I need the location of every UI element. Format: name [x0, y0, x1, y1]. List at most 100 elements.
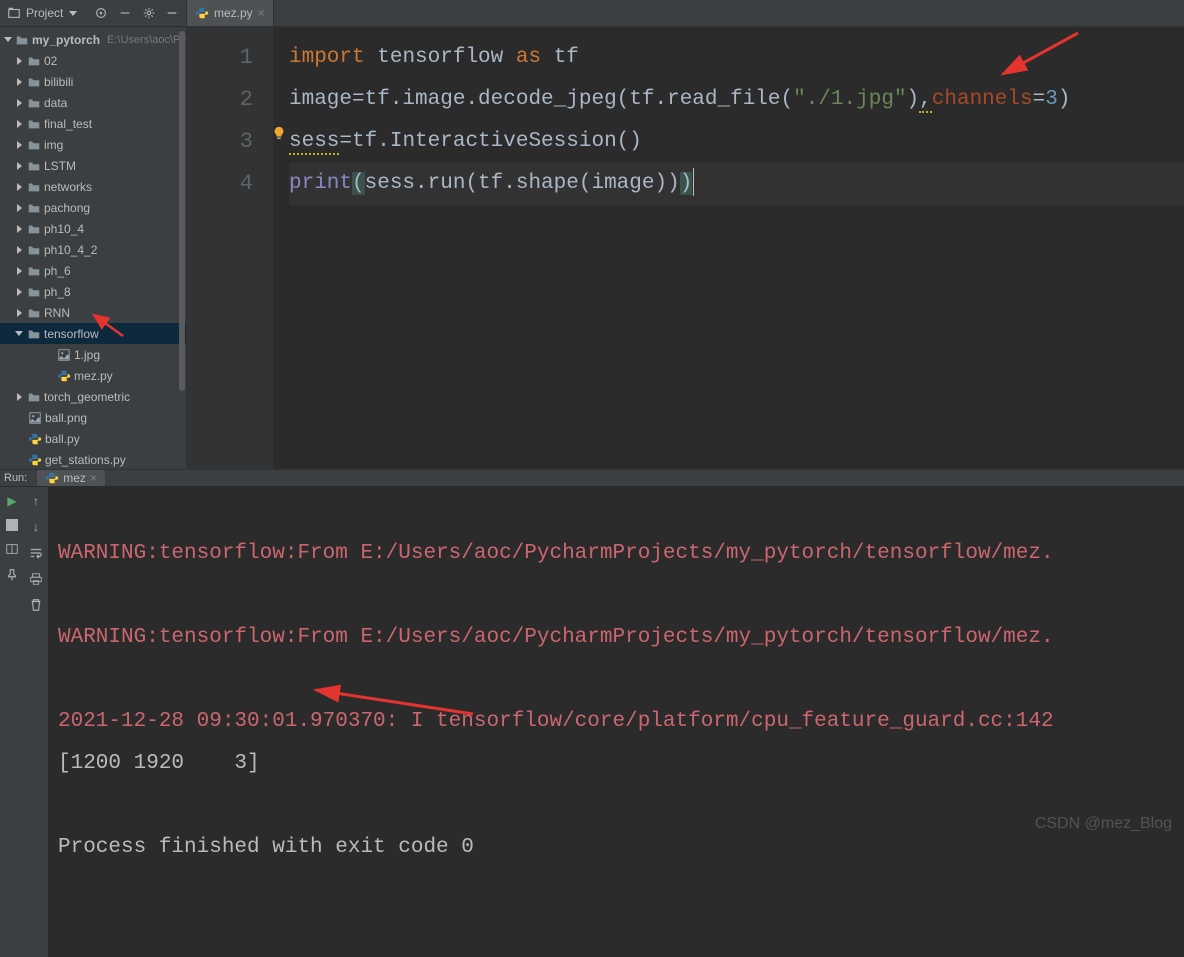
folder-icon: [27, 138, 41, 152]
watermark: CSDN @mez_Blog: [1035, 815, 1172, 833]
scrollbar-thumb[interactable]: [179, 31, 185, 391]
chevron-right-icon: [17, 393, 22, 401]
wrap-icon[interactable]: [28, 545, 44, 561]
image-file-icon: [28, 411, 42, 425]
tree-row-root[interactable]: my_pytorch E:\Users\aoc\Pyc: [0, 29, 186, 50]
console-line: Process finished with exit code 0: [58, 836, 474, 859]
tree-folder-label: torch_geometric: [44, 390, 130, 404]
close-icon[interactable]: ×: [258, 6, 265, 20]
tab-mez[interactable]: mez.py ×: [187, 0, 274, 26]
tree-folder-label: ph10_4: [44, 222, 84, 236]
run-config-name: mez: [63, 471, 86, 485]
run-play-icon[interactable]: ▶: [4, 493, 20, 509]
folder-icon: [27, 222, 41, 236]
tree-row-file[interactable]: get_stations.py: [0, 449, 186, 469]
chevron-down-icon: [15, 331, 23, 336]
tree-folder-label: data: [44, 96, 67, 110]
tree-row-folder[interactable]: ph_8: [0, 281, 186, 302]
arrow-up-icon[interactable]: ↑: [28, 493, 44, 509]
tree-row-folder[interactable]: torch_geometric: [0, 386, 186, 407]
chevron-right-icon: [17, 288, 22, 296]
chevron-right-icon: [17, 309, 22, 317]
tree-row-folder[interactable]: networks: [0, 176, 186, 197]
python-file-icon: [195, 6, 209, 20]
tree-row-folder[interactable]: pachong: [0, 197, 186, 218]
collapse-icon[interactable]: [117, 5, 133, 21]
tree-folder-label: LSTM: [44, 159, 76, 173]
run-body: ▶ ↑ ↓ WARNING:tensorflow:From E:/Users/a…: [0, 487, 1184, 957]
code-line-2: image=tf.image.decode_jpeg(tf.read_file(…: [289, 79, 1184, 121]
folder-icon: [27, 390, 41, 404]
tree-row-folder[interactable]: ph10_4_2: [0, 239, 186, 260]
code-body[interactable]: import tensorflow as tf image=tf.image.d…: [273, 27, 1184, 469]
tree-folder-label: ph_8: [44, 285, 71, 299]
tree-folder-label: ph10_4_2: [44, 243, 97, 257]
folder-icon: [27, 96, 41, 110]
chevron-right-icon: [17, 162, 22, 170]
folder-icon: [27, 306, 41, 320]
layout-icon[interactable]: [4, 541, 20, 557]
tree-row-folder[interactable]: ph_6: [0, 260, 186, 281]
tree-row-folder[interactable]: RNN: [0, 302, 186, 323]
tree-row-tensorflow[interactable]: tensorflow: [0, 323, 186, 344]
folder-icon: [27, 243, 41, 257]
tree-row-folder[interactable]: img: [0, 134, 186, 155]
tree-root-path: E:\Users\aoc\Pyc: [107, 34, 186, 46]
tab-label: mez.py: [214, 6, 253, 20]
tree-root-label: my_pytorch: [32, 33, 100, 47]
text-caret: [693, 168, 694, 196]
chevron-down-icon: [69, 11, 77, 16]
tree-row-folder[interactable]: final_test: [0, 113, 186, 134]
tree-folder-label: bilibili: [44, 75, 73, 89]
sidebar-header: Project: [0, 0, 186, 27]
tree-row-folder[interactable]: 02: [0, 50, 186, 71]
tree-folder-label: img: [44, 138, 63, 152]
chevron-right-icon: [17, 246, 22, 254]
tree-row-folder[interactable]: bilibili: [0, 71, 186, 92]
stop-icon[interactable]: [6, 519, 18, 531]
tree-row-file[interactable]: ball.png: [0, 407, 186, 428]
tree-row-folder[interactable]: data: [0, 92, 186, 113]
tree-row-folder[interactable]: ph10_4: [0, 218, 186, 239]
arrow-down-icon[interactable]: ↓: [28, 519, 44, 535]
folder-icon: [27, 264, 41, 278]
project-icon: [6, 5, 22, 21]
gear-icon[interactable]: [141, 5, 157, 21]
tree-folder-label: networks: [44, 180, 92, 194]
tree-row-file[interactable]: ball.py: [0, 428, 186, 449]
run-label: Run:: [4, 472, 27, 484]
tree-file-label: ball.py: [45, 432, 80, 446]
folder-icon: [15, 33, 29, 47]
hide-icon[interactable]: [164, 5, 180, 21]
target-icon[interactable]: [93, 5, 109, 21]
console-output[interactable]: WARNING:tensorflow:From E:/Users/aoc/Pyc…: [48, 487, 1184, 957]
lightbulb-icon[interactable]: [272, 126, 286, 140]
python-file-icon: [57, 369, 71, 383]
print-icon[interactable]: [28, 571, 44, 587]
chevron-right-icon: [17, 78, 22, 86]
tree-row-file[interactable]: 1.jpg: [0, 344, 186, 365]
code-pane[interactable]: 1 2 3 4 import tensorflow as tf image=tf…: [187, 27, 1184, 469]
run-config-tab[interactable]: mez ×: [37, 470, 105, 486]
tree-file-label: ball.png: [45, 411, 87, 425]
chevron-right-icon: [17, 267, 22, 275]
close-icon[interactable]: ×: [90, 471, 97, 485]
line-gutter: 1 2 3 4: [187, 27, 273, 469]
console-line: WARNING:tensorflow:From E:/Users/aoc/Pyc…: [58, 626, 1054, 649]
chevron-right-icon: [17, 204, 22, 212]
tree-folder-label: 02: [44, 54, 57, 68]
tree-row-folder[interactable]: LSTM: [0, 155, 186, 176]
folder-icon: [27, 54, 41, 68]
folder-icon: [27, 117, 41, 131]
tree-row-file[interactable]: mez.py: [0, 365, 186, 386]
code-line-3: sess=tf.InteractiveSession(): [289, 121, 1184, 163]
folder-icon: [27, 285, 41, 299]
trash-icon[interactable]: [28, 597, 44, 613]
pin-icon[interactable]: [4, 567, 20, 583]
project-selector[interactable]: Project: [6, 5, 77, 21]
folder-icon: [27, 159, 41, 173]
project-tree[interactable]: my_pytorch E:\Users\aoc\Pyc 02 bilibili da…: [0, 27, 186, 469]
chevron-right-icon: [17, 99, 22, 107]
python-file-icon: [45, 471, 59, 485]
chevron-down-icon: [4, 37, 12, 42]
